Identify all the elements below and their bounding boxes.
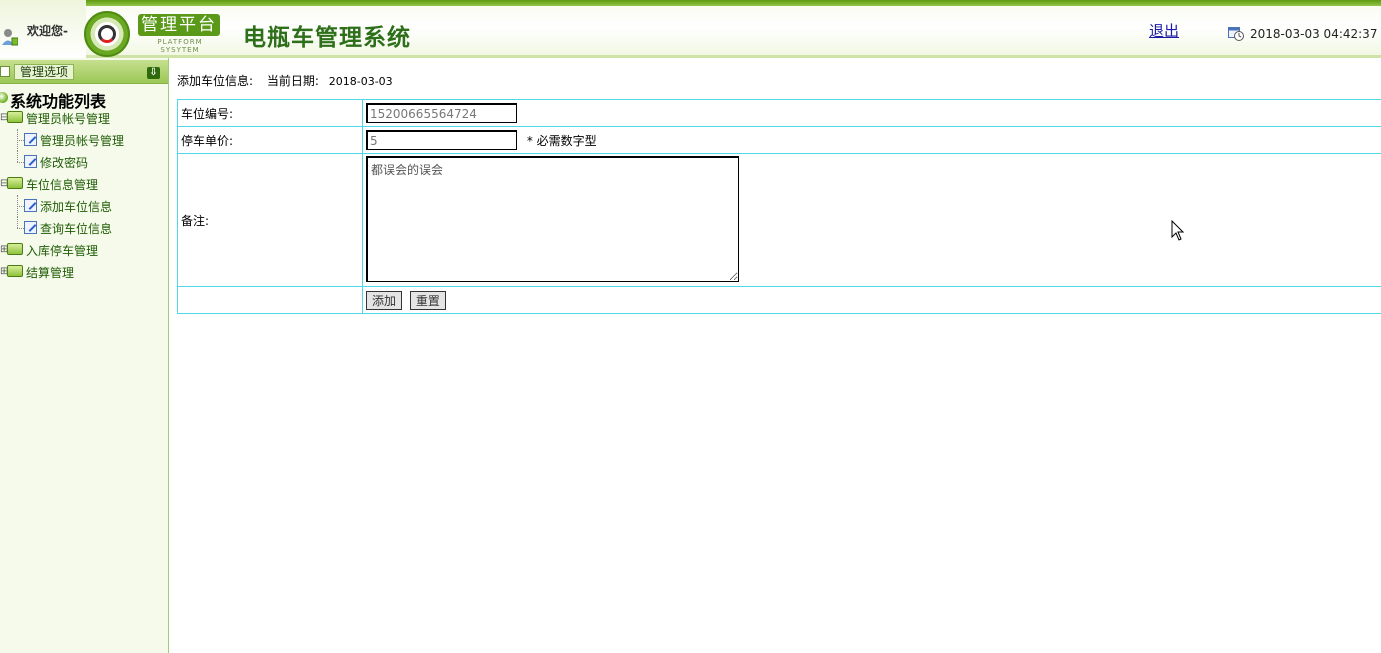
tree-leaf-label: 管理员帐号管理: [40, 134, 125, 148]
current-date-value: 2018-03-03: [328, 75, 393, 88]
form-row-price: 停车单价: * 必需数字型: [177, 126, 1381, 154]
edit-document-icon: [24, 155, 37, 168]
sidebar-header: 管理选项 ⇩: [0, 60, 168, 84]
folder-open-icon: [7, 177, 23, 189]
calendar-clock-icon: [1228, 27, 1244, 41]
tree-line: [17, 140, 24, 141]
tree-leaf-label: 修改密码: [40, 156, 89, 170]
folder-icon: [7, 265, 23, 277]
price-label: 停车单价:: [177, 126, 363, 154]
edit-document-icon: [24, 133, 37, 146]
tree-node-label: 管理员帐号管理: [26, 112, 111, 126]
sidebar: 管理选项 ⇩ 系统功能列表 ⊟ 管理员帐号管理 管理员帐号管理 修改密码 ⊟ 车…: [0, 58, 169, 653]
tree-node-label: 车位信息管理: [26, 178, 99, 192]
tree-node-label: 入库停车管理: [26, 244, 99, 258]
tree-line: [17, 217, 18, 228]
spot-id-cell: [362, 99, 1381, 127]
collapse-down-icon[interactable]: ⇩: [147, 67, 160, 79]
tree-node-label: 结算管理: [26, 266, 75, 280]
tree-line: [17, 162, 24, 163]
mouse-cursor-icon: [1171, 220, 1185, 241]
system-title: 电瓶车管理系统: [243, 24, 411, 51]
tree-leaf-label: 查询车位信息: [40, 222, 113, 236]
tree-line: [17, 151, 18, 162]
price-cell: * 必需数字型: [362, 126, 1381, 154]
remark-cell: 都误会的误会: [362, 153, 1381, 287]
add-button[interactable]: 添加: [366, 290, 403, 310]
form-row-spot-id: 车位编号:: [177, 99, 1381, 127]
price-required-hint: * 必需数字型: [526, 133, 597, 148]
user-icon: [2, 29, 18, 46]
price-input[interactable]: [366, 130, 517, 150]
spot-id-label: 车位编号:: [177, 99, 363, 127]
logo-title: 管理平台: [138, 14, 220, 36]
tree-root-label: 系统功能列表: [10, 92, 107, 111]
header-top-bar: [0, 0, 1381, 6]
folder-icon: [7, 243, 23, 255]
logo-emblem-icon: [84, 11, 130, 57]
tree-root-icon: [0, 92, 8, 103]
reset-button[interactable]: 重置: [409, 290, 446, 310]
form-row-actions: 添加 重置: [177, 286, 1381, 314]
current-date-label: 当前日期:: [266, 74, 319, 88]
welcome-text: 欢迎您-: [27, 24, 68, 38]
remark-textarea[interactable]: 都误会的误会: [366, 155, 739, 282]
form-row-remark: 备注: 都误会的误会: [177, 153, 1381, 287]
logout-link[interactable]: 退出: [1149, 20, 1179, 41]
list-icon: [0, 66, 10, 77]
edit-document-icon: [24, 199, 37, 212]
logo-gauge-icon: [98, 25, 116, 43]
tree-line: [17, 206, 24, 207]
logo: 管理平台 PLATFORM SYSYTEM: [138, 14, 222, 54]
spot-id-input[interactable]: [366, 103, 517, 123]
folder-open-icon: [7, 111, 23, 123]
logo-subtitle: PLATFORM SYSYTEM: [157, 38, 203, 54]
actions-label-cell: [177, 286, 363, 314]
header: 欢迎您- 管理平台 PLATFORM SYSYTEM 电瓶车管理系统 退出 20…: [0, 0, 1381, 58]
current-datetime: 2018-03-03 04:42:37: [1250, 27, 1378, 41]
tree-line: [17, 228, 24, 229]
remark-label: 备注:: [177, 153, 363, 287]
main-content: 添加车位信息: 当前日期: 2018-03-03 车位编号: 停车单价: * 必…: [170, 58, 1381, 653]
page-title: 添加车位信息:: [177, 74, 254, 88]
sidebar-header-label: 管理选项: [14, 64, 75, 80]
edit-document-icon: [24, 221, 37, 234]
actions-cell: 添加 重置: [362, 286, 1381, 314]
tree-leaf-label: 添加车位信息: [40, 200, 113, 214]
parking-spot-form: 车位编号: 停车单价: * 必需数字型 备注: 都误会的误会 添加 重置: [177, 99, 1381, 314]
page-info-line: 添加车位信息: 当前日期: 2018-03-03: [177, 72, 393, 89]
